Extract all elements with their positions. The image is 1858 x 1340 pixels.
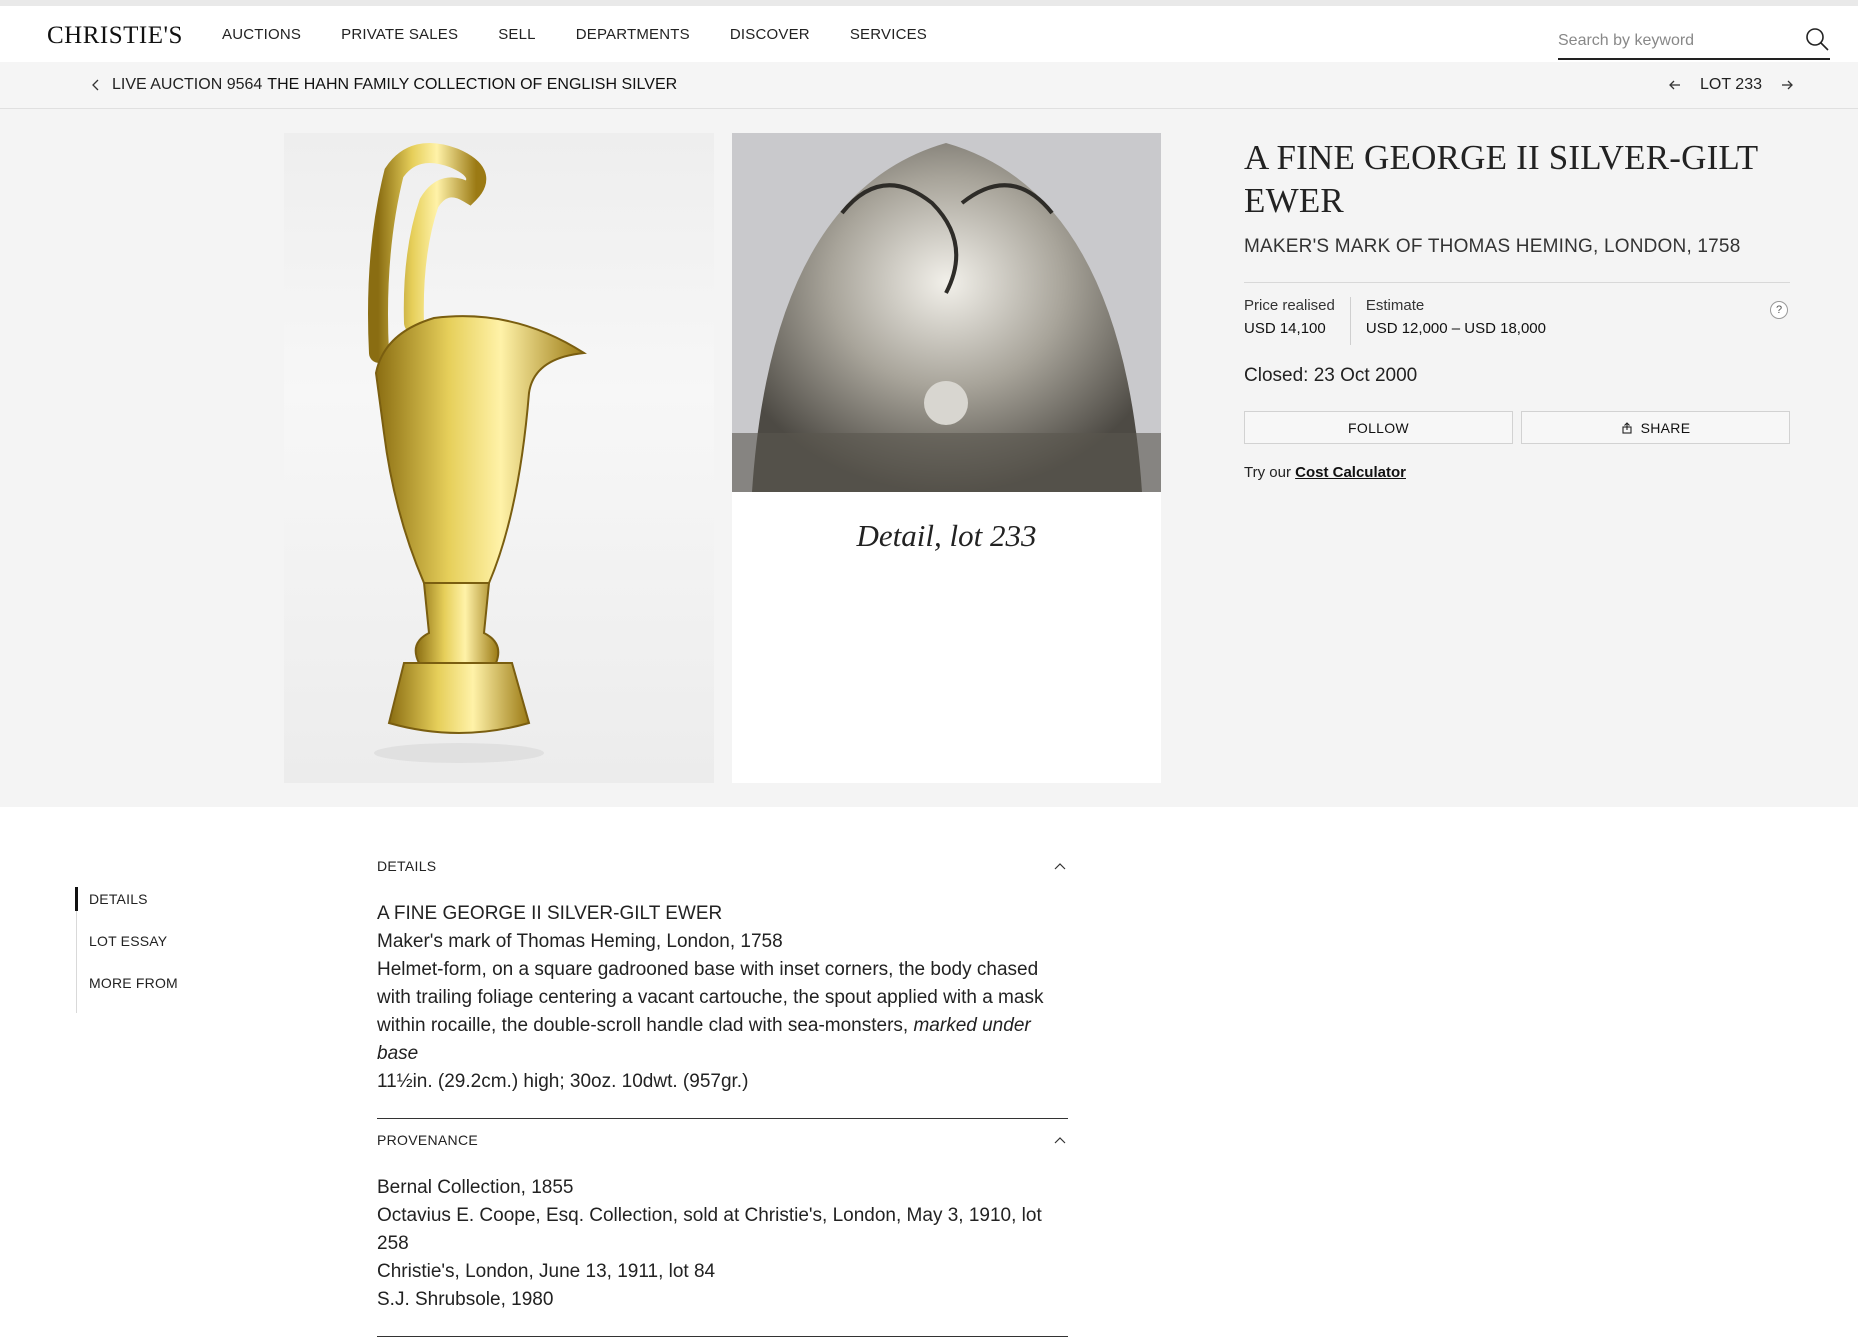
provenance-heading: PROVENANCE xyxy=(377,1132,479,1148)
estimate-label: Estimate xyxy=(1365,297,1425,315)
detail-image[interactable] xyxy=(732,133,1161,492)
side-nav-lot-essay[interactable]: LOT ESSAY xyxy=(77,929,178,971)
ewer-image[interactable] xyxy=(284,133,714,783)
lot-info-panel: A FINE GEORGE II SILVER-GILT EWER MAKER'… xyxy=(1244,137,1790,481)
cost-prefix: Try our xyxy=(1244,464,1291,482)
divider xyxy=(377,1118,1068,1119)
help-icon[interactable]: ? xyxy=(1770,301,1788,320)
details-dimensions: 11½in. (29.2cm.) high; 30oz. 10dwt. (957… xyxy=(377,1071,749,1092)
details-description: Helmet-form, on a square gadrooned base … xyxy=(377,956,1068,1068)
nav-sell[interactable]: SELL xyxy=(498,26,536,43)
main-nav: AUCTIONS PRIVATE SALES SELL DEPARTMENTS … xyxy=(222,26,967,43)
share-icon xyxy=(1622,422,1632,434)
closed-date: Closed: 23 Oct 2000 xyxy=(1244,365,1418,387)
search-box xyxy=(1558,22,1830,60)
cost-calculator-link[interactable]: Cost Calculator xyxy=(1295,464,1406,481)
lot-navigation: LOT 233 xyxy=(1668,76,1794,94)
nav-discover[interactable]: DISCOVER xyxy=(730,26,810,43)
details-toggle[interactable]: DETAILS xyxy=(377,858,1068,880)
breadcrumb-auction-title: THE HAHN FAMILY COLLECTION OF ENGLISH SI… xyxy=(267,76,678,93)
nav-private-sales[interactable]: PRIVATE SALES xyxy=(341,26,458,43)
christies-logo[interactable]: CHRISTIE'S xyxy=(47,22,183,50)
provenance-body: Bernal Collection, 1855 Octavius E. Coop… xyxy=(377,1174,1068,1314)
breadcrumb[interactable]: LIVE AUCTION 9564 THE HAHN FAMILY COLLEC… xyxy=(90,76,677,94)
side-nav-more-from[interactable]: MORE FROM xyxy=(77,971,178,1013)
provenance-toggle[interactable]: PROVENANCE xyxy=(377,1132,1068,1154)
auction-breadcrumb-bar: LIVE AUCTION 9564 THE HAHN FAMILY COLLEC… xyxy=(0,62,1858,109)
follow-label: FOLLOW xyxy=(1348,419,1409,436)
breadcrumb-auction-number: LIVE AUCTION 9564 xyxy=(112,76,263,93)
side-nav-details[interactable]: DETAILS xyxy=(75,887,178,929)
provenance-item: Christie's, London, June 13, 1911, lot 8… xyxy=(377,1261,716,1282)
action-buttons: FOLLOW SHARE xyxy=(1244,411,1790,445)
lot-number: LOT 233 xyxy=(1700,76,1762,93)
details-heading: DETAILS xyxy=(377,858,437,874)
nav-auctions[interactable]: AUCTIONS xyxy=(222,26,301,43)
arrow-right-icon[interactable] xyxy=(1780,78,1794,92)
nav-services[interactable]: SERVICES xyxy=(850,26,927,43)
nav-departments[interactable]: DEPARTMENTS xyxy=(576,26,690,43)
details-body: A FINE GEORGE II SILVER-GILT EWER Maker'… xyxy=(377,900,1068,1096)
chevron-left-icon xyxy=(92,79,99,91)
top-navigation: CHRISTIE'S AUCTIONS PRIVATE SALES SELL D… xyxy=(0,0,1858,62)
search-icon[interactable] xyxy=(1804,26,1830,52)
lot-title: A FINE GEORGE II SILVER-GILT EWER xyxy=(1244,138,1758,220)
ewer-illustration xyxy=(368,143,587,763)
provenance-item: Octavius E. Coope, Esq. Collection, sold… xyxy=(377,1205,1042,1254)
divider xyxy=(1244,282,1790,284)
price-row: Price realised USD 14,100 Estimate USD 1… xyxy=(1244,297,1790,346)
provenance-section: PROVENANCE Bernal Collection, 1855 Octav… xyxy=(377,1132,1068,1337)
price-realised-label: Price realised xyxy=(1244,297,1335,315)
divider xyxy=(377,1336,1068,1337)
follow-button[interactable]: FOLLOW xyxy=(1244,411,1513,445)
lot-subtitle: MAKER'S MARK OF THOMAS HEMING, LONDON, 1… xyxy=(1244,236,1741,258)
cost-calculator-row: Try our Cost Calculator xyxy=(1244,464,1790,481)
share-button[interactable]: SHARE xyxy=(1521,411,1790,445)
chevron-up-icon xyxy=(1054,1137,1066,1144)
detail-caption: Detail, lot 233 xyxy=(856,518,1037,553)
details-maker: Maker's mark of Thomas Heming, London, 1… xyxy=(377,931,783,952)
lot-hero: Detail, lot 233 A FINE GEORGE II SILVER-… xyxy=(0,109,1858,807)
details-title: A FINE GEORGE II SILVER-GILT EWER xyxy=(377,903,723,924)
details-section: DETAILS A FINE GEORGE II SILVER-GILT EWE… xyxy=(377,858,1068,1119)
chevron-up-icon xyxy=(1054,863,1066,870)
estimate: Estimate USD 12,000 – USD 18,000 xyxy=(1349,297,1561,346)
search-input[interactable] xyxy=(1558,28,1788,54)
detail-image-panel: Detail, lot 233 xyxy=(732,133,1161,783)
provenance-item: Bernal Collection, 1855 xyxy=(377,1177,574,1198)
arrow-left-icon[interactable] xyxy=(1668,78,1682,92)
estimate-value: USD 12,000 – USD 18,000 xyxy=(1365,320,1546,338)
detail-illustration xyxy=(732,143,1161,492)
share-label: SHARE xyxy=(1640,419,1691,436)
price-realised: Price realised USD 14,100 xyxy=(1244,297,1350,345)
provenance-item: S.J. Shrubsole, 1980 xyxy=(377,1289,554,1310)
price-realised-value: USD 14,100 xyxy=(1244,320,1326,338)
section-side-nav: DETAILS LOT ESSAY MORE FROM xyxy=(75,887,178,1013)
